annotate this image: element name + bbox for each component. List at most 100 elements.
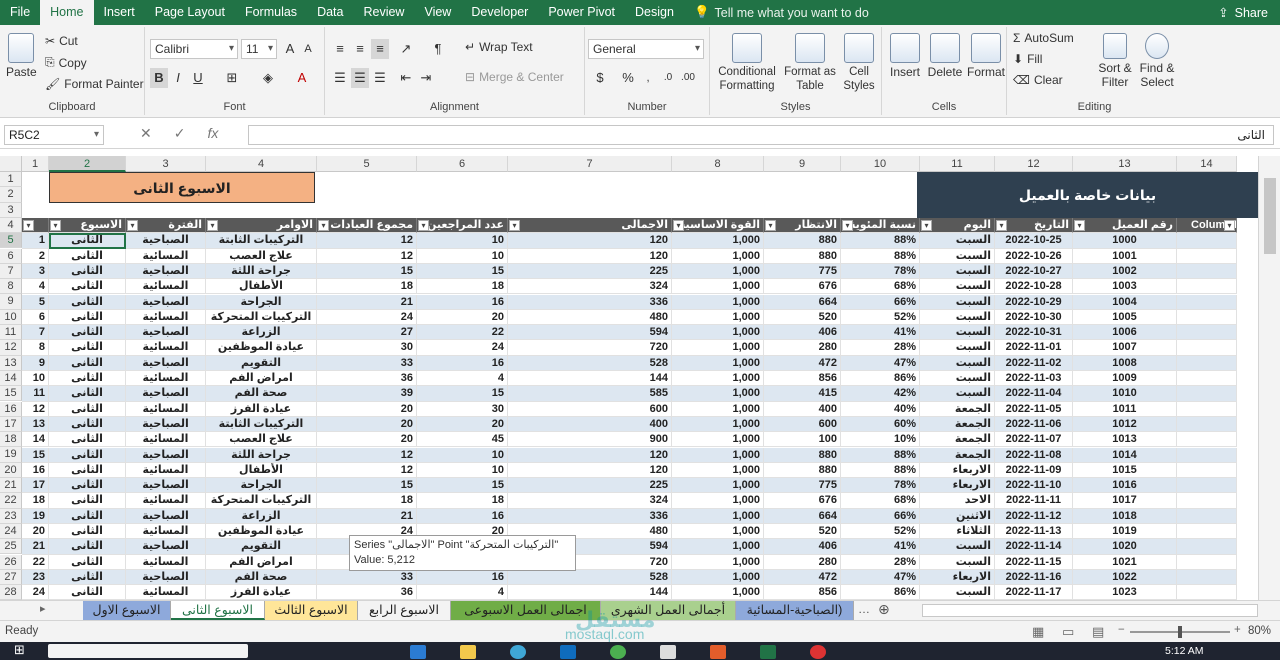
table-cell[interactable]: امراض الفم xyxy=(206,371,317,387)
table-cell[interactable]: 1,000 xyxy=(672,416,764,433)
sheet-tab-week1[interactable]: الاسبوع الاول xyxy=(83,601,171,620)
table-cell[interactable]: الزراعة xyxy=(206,508,317,524)
table-cell[interactable]: 52% xyxy=(841,309,920,326)
table-cell[interactable] xyxy=(1177,447,1237,463)
tab-formulas[interactable]: Formulas xyxy=(235,0,307,25)
row-header-7[interactable]: 7 xyxy=(0,263,22,280)
table-cell[interactable]: الصباحية xyxy=(126,386,206,402)
row-header-28[interactable]: 28 xyxy=(0,585,22,601)
table-cell[interactable]: المسائية xyxy=(126,493,206,509)
table-cell[interactable] xyxy=(1177,309,1237,326)
table-cell[interactable]: 23 xyxy=(22,569,49,586)
table-cell[interactable]: 52% xyxy=(841,524,920,540)
align-left-icon[interactable]: ☰ xyxy=(331,68,349,88)
table-cell[interactable]: الثانى xyxy=(49,248,126,264)
table-header-cell[interactable]: ▾ الاسبوع xyxy=(49,218,126,234)
table-cell[interactable]: الثانى xyxy=(49,263,126,280)
edge-icon[interactable] xyxy=(510,645,526,659)
zoom-level[interactable]: 80% xyxy=(1248,625,1271,637)
table-cell[interactable]: 120 xyxy=(508,233,672,249)
table-cell[interactable]: الاربعاء xyxy=(920,569,995,586)
tab-data[interactable]: Data xyxy=(307,0,353,25)
table-cell[interactable]: المسائية xyxy=(126,432,206,448)
tab-power-pivot[interactable]: Power Pivot xyxy=(538,0,625,25)
font-size-select[interactable]: 11 xyxy=(241,39,277,59)
table-cell[interactable]: 2022-11-11 xyxy=(995,493,1073,509)
table-cell[interactable]: 21 xyxy=(317,294,417,310)
table-cell[interactable]: 2022-10-26 xyxy=(995,248,1073,264)
table-cell[interactable]: 1009 xyxy=(1073,371,1177,387)
table-cell[interactable]: المسائية xyxy=(126,462,206,479)
table-cell[interactable]: عيادة الفرز xyxy=(206,585,317,600)
filter-dropdown-icon[interactable]: ▾ xyxy=(765,220,776,231)
excel-taskbar-icon[interactable] xyxy=(760,645,776,659)
tab-file[interactable]: File xyxy=(0,0,40,25)
app-icon-7[interactable] xyxy=(710,645,726,659)
table-cell[interactable]: 21 xyxy=(22,539,49,555)
table-cell[interactable]: 585 xyxy=(508,386,672,402)
table-cell[interactable]: 2022-11-05 xyxy=(995,401,1073,417)
row-header-26[interactable]: 26 xyxy=(0,554,22,570)
normal-view-icon[interactable]: ▦ xyxy=(1032,624,1044,640)
table-cell[interactable]: 33 xyxy=(317,569,417,586)
table-cell[interactable]: 45 xyxy=(417,432,508,448)
filter-dropdown-icon[interactable]: ▾ xyxy=(842,220,853,231)
table-cell[interactable]: 12 xyxy=(22,401,49,417)
table-cell[interactable]: 775 xyxy=(764,478,841,494)
table-cell[interactable] xyxy=(1177,493,1237,509)
table-cell[interactable]: الصباحية xyxy=(126,569,206,586)
table-cell[interactable]: 16 xyxy=(417,508,508,524)
table-cell[interactable]: المسائية xyxy=(126,371,206,387)
filter-dropdown-icon[interactable]: ▾ xyxy=(1074,220,1085,231)
taskbar-app-icon-1[interactable] xyxy=(410,645,426,659)
filter-dropdown-icon[interactable]: ▾ xyxy=(318,220,329,231)
table-cell[interactable]: 88% xyxy=(841,233,920,249)
table-cell[interactable]: الزراعة xyxy=(206,325,317,341)
table-cell[interactable]: 2022-11-16 xyxy=(995,569,1073,586)
table-header-cell[interactable]: ▾ الاجمالى xyxy=(508,218,672,234)
table-cell[interactable] xyxy=(1177,401,1237,417)
table-cell[interactable]: 41% xyxy=(841,325,920,341)
table-cell[interactable]: الصباحية xyxy=(126,478,206,494)
table-cell[interactable]: 42% xyxy=(841,386,920,402)
tab-insert[interactable]: Insert xyxy=(94,0,145,25)
table-cell[interactable]: التركيبات المتحركة xyxy=(206,309,317,326)
zoom-out-icon[interactable]: − xyxy=(1118,624,1125,636)
table-cell[interactable]: 10 xyxy=(417,248,508,264)
table-cell[interactable]: 15 xyxy=(417,386,508,402)
table-cell[interactable]: 100 xyxy=(764,432,841,448)
table-cell[interactable]: 24 xyxy=(317,309,417,326)
table-cell[interactable]: 30 xyxy=(417,401,508,417)
table-cell[interactable]: 15 xyxy=(317,478,417,494)
table-cell[interactable]: 472 xyxy=(764,355,841,371)
table-cell[interactable]: 1002 xyxy=(1073,263,1177,280)
zoom-in-icon[interactable]: + xyxy=(1234,624,1241,636)
row-header-12[interactable]: 12 xyxy=(0,340,22,356)
format-cells-button[interactable]: Format xyxy=(966,33,1006,79)
table-cell[interactable]: 4 xyxy=(22,279,49,295)
table-cell[interactable]: الاثنين xyxy=(920,508,995,524)
tab-design[interactable]: Design xyxy=(625,0,684,25)
table-cell[interactable]: 406 xyxy=(764,539,841,555)
table-cell[interactable]: 400 xyxy=(764,401,841,417)
filter-dropdown-icon[interactable]: ▾ xyxy=(50,220,61,231)
table-cell[interactable]: السبت xyxy=(920,248,995,264)
table-cell[interactable]: 880 xyxy=(764,233,841,249)
tell-me-box[interactable]: 💡 Tell me what you want to do xyxy=(694,5,869,20)
conditional-formatting-button[interactable]: Conditional Formatting xyxy=(714,33,780,93)
table-cell[interactable]: السبت xyxy=(920,325,995,341)
row-header-25[interactable]: 25 xyxy=(0,539,22,555)
table-cell[interactable]: 68% xyxy=(841,493,920,509)
sheet-tab-week2[interactable]: الاسبوع الثانى xyxy=(171,601,265,620)
filter-dropdown-icon[interactable]: ▾ xyxy=(127,220,138,231)
table-cell[interactable]: 2022-10-27 xyxy=(995,263,1073,280)
table-cell[interactable]: 1019 xyxy=(1073,524,1177,540)
row-header-14[interactable]: 14 xyxy=(0,370,22,387)
table-cell[interactable]: المسائية xyxy=(126,340,206,356)
table-cell[interactable]: 18 xyxy=(417,279,508,295)
chrome-like-icon[interactable] xyxy=(610,645,626,659)
table-cell[interactable]: الثلاثاء xyxy=(920,524,995,540)
table-cell[interactable]: 594 xyxy=(508,325,672,341)
row-header-19[interactable]: 19 xyxy=(0,447,22,463)
table-cell[interactable]: 33 xyxy=(317,355,417,371)
